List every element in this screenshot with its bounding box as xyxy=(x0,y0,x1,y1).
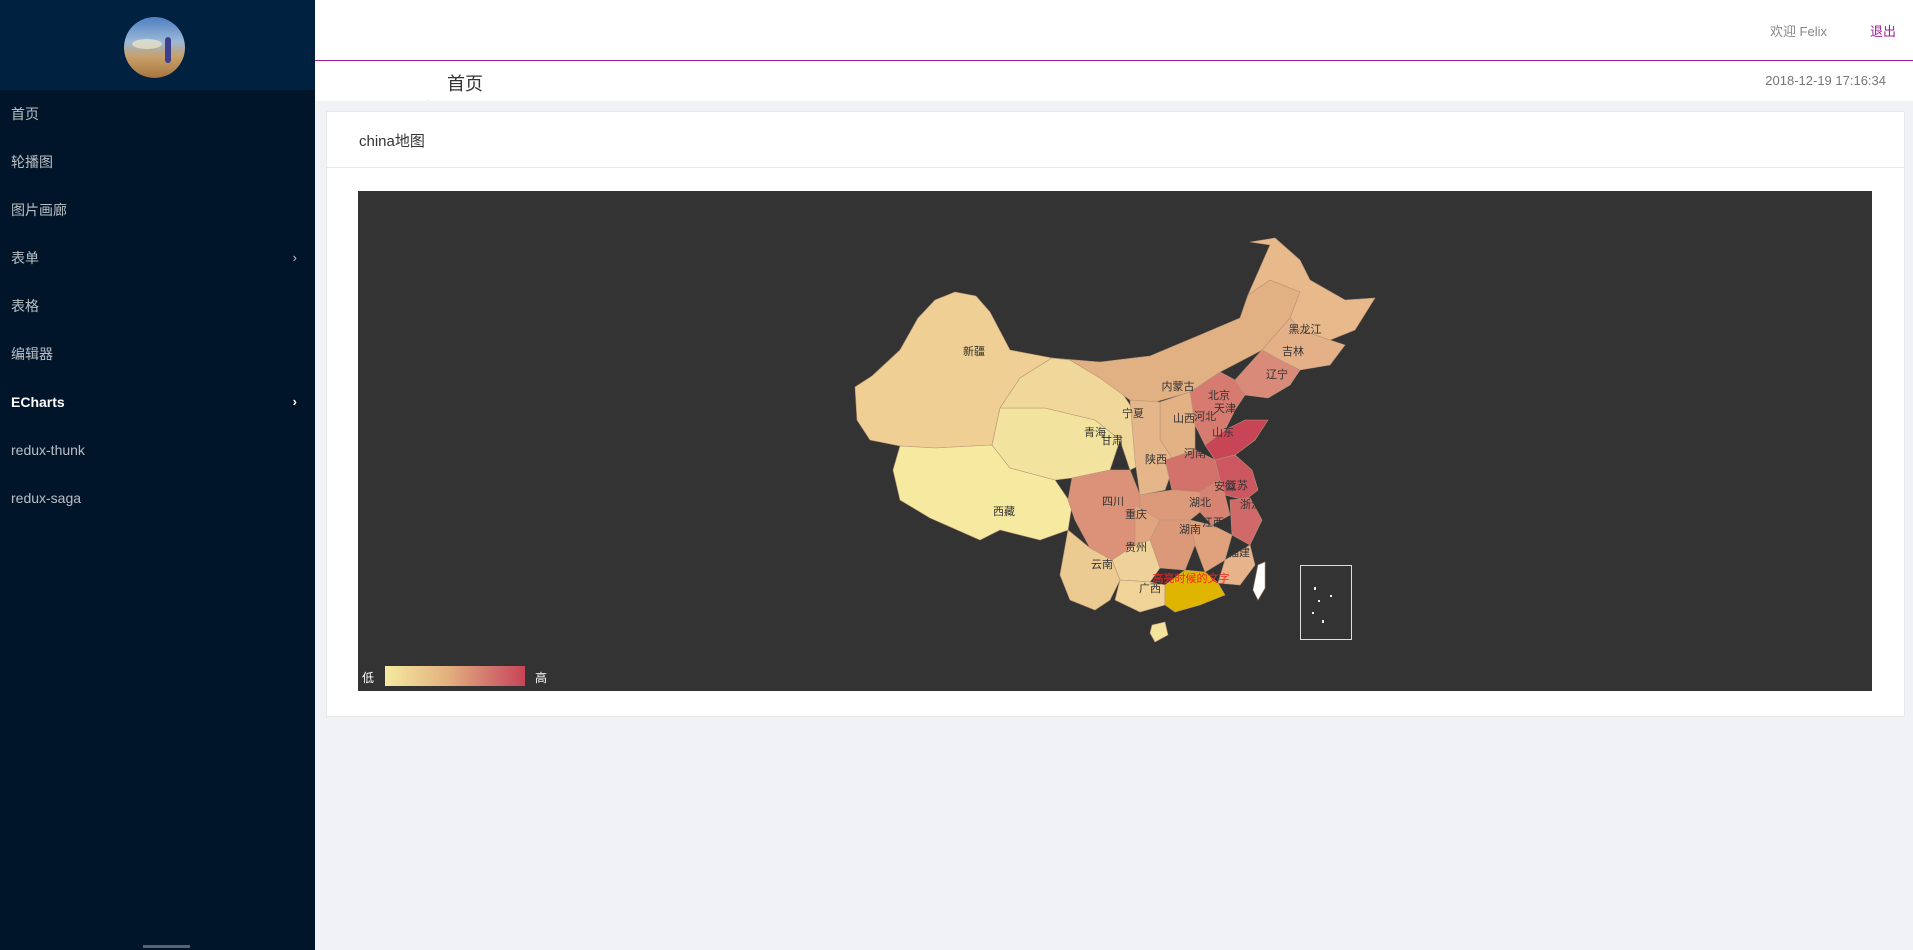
sidebar-item-redux-thunk[interactable]: redux-thunk xyxy=(0,426,315,474)
sidebar-item-home[interactable]: 首页 xyxy=(0,90,315,138)
label-tianjin: 天津 xyxy=(1214,402,1236,415)
sidebar-menu: 首页轮播图图片画廊表单 › 表格编辑器 ECharts › redux-thunk redu… xyxy=(0,90,315,522)
logout-link[interactable]: 退出 xyxy=(1870,21,1896,40)
label-zhejiang: 浙江 xyxy=(1240,498,1262,511)
sidebar-item-gallery[interactable]: 图片画廊 xyxy=(0,186,315,234)
sidebar-item-label: 首页 xyxy=(11,106,39,122)
label-shandong: 山东 xyxy=(1212,426,1234,439)
logo-area xyxy=(0,0,315,90)
legend-low-label: 低 xyxy=(362,671,375,685)
sidebar-item-label: ECharts xyxy=(11,394,65,410)
label-beijing: 北京 xyxy=(1208,388,1230,402)
sidebar-item-echarts[interactable]: ECharts › xyxy=(0,378,315,426)
label-yunnan: 云南 xyxy=(1091,558,1113,571)
label-xizang: 西藏 xyxy=(993,505,1015,518)
sidebar-item-carousel[interactable]: 轮播图 xyxy=(0,138,315,186)
sidebar-item-label: redux-saga xyxy=(11,490,82,506)
sidebar-item-label: 编辑器 xyxy=(11,346,53,362)
sidebar-item-form[interactable]: 表单 › xyxy=(0,234,315,282)
avatar-figure xyxy=(165,37,171,63)
legend-high-label: 高 xyxy=(535,671,548,685)
south-sea-inset xyxy=(1300,565,1352,640)
sidebar-item-label: 图片画廊 xyxy=(11,202,67,218)
label-gansu: 甘肃 xyxy=(1101,434,1123,447)
label-sichuan: 四川 xyxy=(1102,496,1124,508)
chevron-right-icon: › xyxy=(292,250,297,265)
label-neimenggu: 内蒙古 xyxy=(1162,379,1195,393)
avatar-sky xyxy=(132,39,162,49)
province-hainan[interactable] xyxy=(1149,621,1169,643)
breadcrumb-pointer xyxy=(419,99,437,108)
sidebar: 首页轮播图图片画廊表单 › 表格编辑器 ECharts › redux-thunk redu… xyxy=(0,0,315,950)
sidebar-item-label: 表单 xyxy=(11,250,39,266)
china-map-chart[interactable]: 新疆 西藏 青海 甘肃 宁夏 内蒙古 黑龙江 吉林 辽宁 北京 天津 河北 山西… xyxy=(358,191,1872,691)
chevron-right-icon: › xyxy=(292,394,297,409)
breadcrumb: 首页 xyxy=(447,74,483,94)
label-liaoning: 辽宁 xyxy=(1266,367,1288,381)
label-xinjiang: 新疆 xyxy=(963,344,985,358)
visual-map-bar[interactable] xyxy=(385,666,525,686)
top-header: 欢迎 Felix 退出 xyxy=(315,0,1913,61)
label-ningxia: 宁夏 xyxy=(1122,406,1144,420)
card-title: china地图 xyxy=(359,133,425,150)
label-guizhou: 贵州 xyxy=(1125,541,1147,554)
avatar[interactable] xyxy=(124,17,185,78)
label-jilin: 吉林 xyxy=(1282,344,1304,358)
label-heilongjiang: 黑龙江 xyxy=(1289,323,1322,336)
card-header: china地图 xyxy=(327,112,1904,168)
label-hubei: 湖北 xyxy=(1189,496,1211,509)
china-map-svg: 新疆 西藏 青海 甘肃 宁夏 内蒙古 黑龙江 吉林 辽宁 北京 天津 河北 山西… xyxy=(854,237,1376,643)
label-anhui: 安徽 xyxy=(1214,479,1236,493)
label-chongqing: 重庆 xyxy=(1125,507,1147,521)
sidebar-item-label: redux-thunk xyxy=(11,442,85,458)
breadcrumb-bar: 首页 2018-12-19 17:16:34 xyxy=(315,61,1913,108)
sidebar-item-editor[interactable]: 编辑器 xyxy=(0,330,315,378)
sidebar-item-table[interactable]: 表格 xyxy=(0,282,315,330)
label-fujian: 福建 xyxy=(1228,545,1250,559)
highlight-label: 高亮时候的文字 xyxy=(1153,571,1230,585)
label-shanxi: 山西 xyxy=(1173,412,1195,425)
label-hebei: 河北 xyxy=(1194,410,1216,423)
label-jiangxi: 江西 xyxy=(1202,516,1224,529)
sidebar-item-redux-saga[interactable]: redux-saga xyxy=(0,474,315,522)
province-taiwan[interactable] xyxy=(1252,561,1266,601)
datetime: 2018-12-19 17:16:34 xyxy=(1765,73,1886,88)
sidebar-scrollbar[interactable] xyxy=(143,945,190,948)
welcome-text: 欢迎 Felix xyxy=(1769,24,1827,39)
label-henan: 河南 xyxy=(1184,447,1206,460)
sidebar-item-label: 轮播图 xyxy=(11,154,53,170)
label-shaanxi: 陕西 xyxy=(1145,452,1167,466)
label-hunan: 湖南 xyxy=(1179,523,1201,536)
sidebar-item-label: 表格 xyxy=(11,298,39,314)
